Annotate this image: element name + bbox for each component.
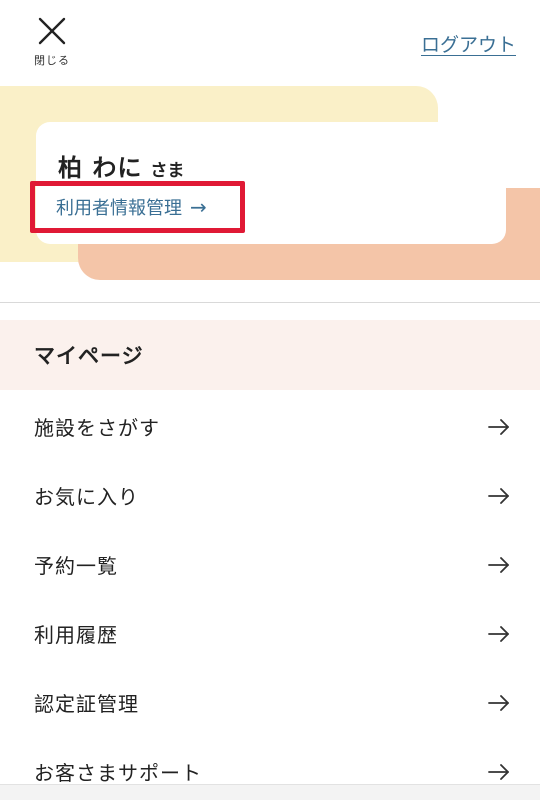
logout-link[interactable]: ログアウト [421, 30, 516, 57]
close-button[interactable]: 閉じる [28, 14, 76, 68]
section-header-mypage: マイページ [0, 320, 540, 390]
user-honorific: さま [150, 161, 185, 181]
account-info-link[interactable]: 利用者情報管理 → [56, 194, 207, 220]
section-title: マイページ [34, 344, 144, 368]
close-icon [38, 17, 66, 45]
user-card: 柏 わに さま 利用者情報管理 → [36, 122, 506, 244]
menu-item-label: 施設をさがす [34, 416, 160, 440]
close-label: 閉じる [34, 54, 70, 67]
menu-item-label: 利用履歴 [34, 623, 118, 647]
arrow-right-icon [488, 418, 509, 435]
divider [0, 302, 540, 303]
menu-item-label: お客さまサポート [34, 761, 202, 785]
menu-item-facility-search[interactable]: 施設をさがす [0, 392, 540, 461]
menu-list: 施設をさがす お気に入り 予約一覧 利用履歴 認定証管理 お客さまサポート [0, 392, 540, 800]
arrow-right-icon: → [190, 195, 207, 219]
arrow-right-icon [488, 487, 509, 504]
menu-item-certificates[interactable]: 認定証管理 [0, 668, 540, 737]
menu-item-usage-history[interactable]: 利用履歴 [0, 599, 540, 668]
menu-item-favorites[interactable]: お気に入り [0, 461, 540, 530]
menu-item-reservations[interactable]: 予約一覧 [0, 530, 540, 599]
account-info-label: 利用者情報管理 [56, 198, 182, 219]
arrow-right-icon [488, 763, 509, 780]
my-page-menu: 閉じる ログアウト 柏 わに さま 利用者情報管理 → マイページ 施設をさがす… [0, 0, 540, 800]
bottom-sheet-edge [0, 784, 540, 800]
arrow-right-icon [488, 625, 509, 642]
menu-item-label: 認定証管理 [34, 692, 139, 716]
arrow-right-icon [488, 556, 509, 573]
user-name-row: 柏 わに さま [58, 148, 184, 183]
menu-item-label: 予約一覧 [34, 554, 118, 578]
menu-item-label: お気に入り [34, 485, 139, 509]
arrow-right-icon [488, 694, 509, 711]
user-name: 柏 わに [58, 154, 143, 182]
